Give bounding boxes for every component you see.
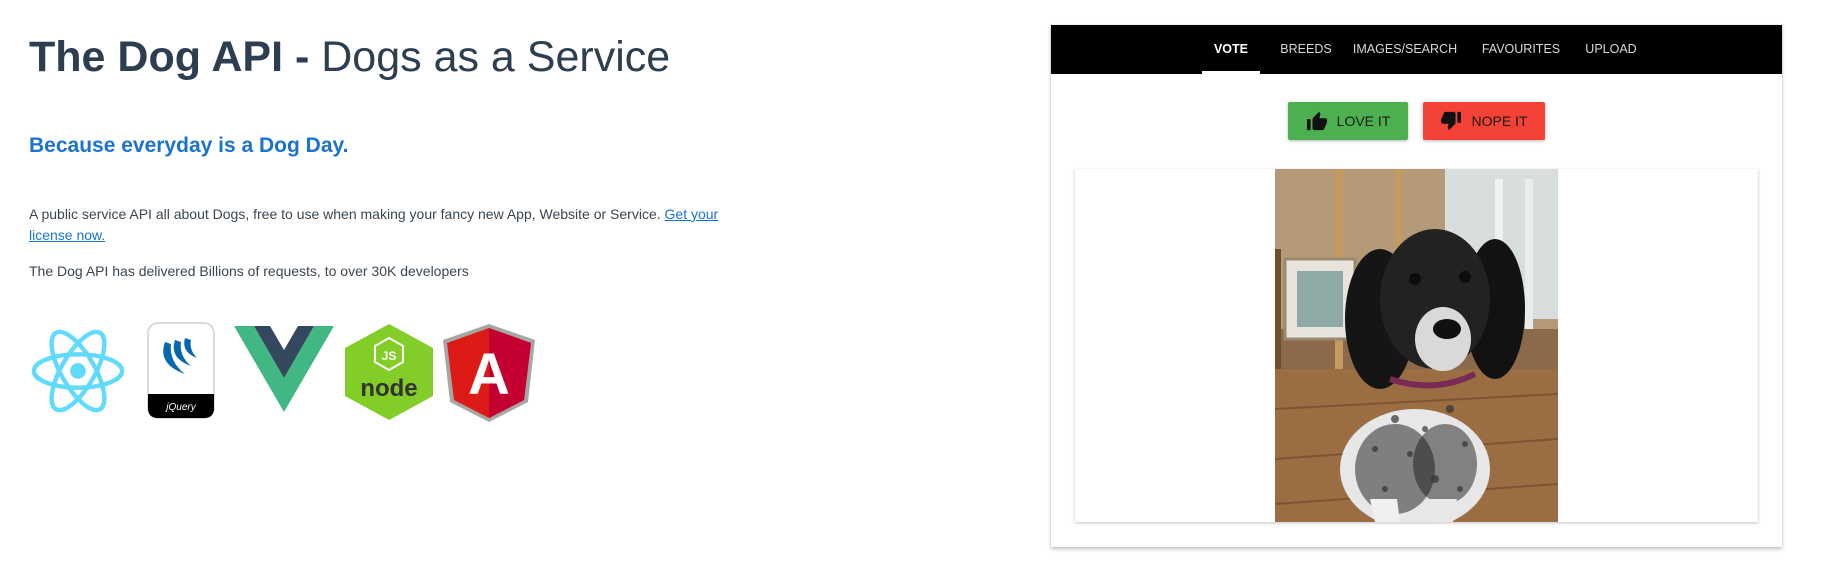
page-title-bold: The Dog API - — [29, 33, 310, 81]
description-text: A public service API all about Dogs, fre… — [29, 206, 661, 222]
thumbs-up-icon — [1306, 111, 1327, 131]
active-tab-indicator — [1202, 71, 1260, 74]
love-it-label: LOVE IT — [1336, 113, 1391, 129]
tab-vote[interactable]: VOTE — [1202, 25, 1260, 74]
vue-logo — [234, 326, 334, 412]
jquery-text: jQuery — [164, 402, 196, 413]
jquery-logo: jQuery — [147, 322, 215, 419]
page-title-light: Dogs as a Service — [321, 33, 671, 81]
nope-it-button[interactable]: NOPE IT — [1423, 102, 1545, 140]
nope-it-label: NOPE IT — [1471, 113, 1528, 129]
tagline: Because everyday is a Dog Day. — [29, 134, 349, 157]
tab-breeds[interactable]: BREEDS — [1270, 25, 1342, 74]
dog-image — [1275, 169, 1558, 522]
vote-panel: VOTE BREEDS IMAGES/SEARCH FAVOURITES UPL… — [1051, 25, 1782, 547]
nodejs-text: node — [360, 375, 417, 402]
nodejs-logo: JS node — [345, 324, 433, 420]
angular-letter: A — [468, 342, 510, 407]
stats-text: The Dog API has delivered Billions of re… — [29, 263, 469, 279]
nodejs-badge-text: JS — [382, 349, 397, 363]
react-logo — [31, 329, 125, 413]
tab-upload[interactable]: UPLOAD — [1575, 25, 1647, 74]
tab-images-search[interactable]: IMAGES/SEARCH — [1344, 25, 1466, 74]
dog-image-card — [1075, 169, 1758, 522]
nav-bar: VOTE BREEDS IMAGES/SEARCH FAVOURITES UPL… — [1051, 25, 1782, 74]
description: A public service API all about Dogs, fre… — [29, 204, 719, 246]
thumbs-down-icon — [1441, 111, 1462, 131]
love-it-button[interactable]: LOVE IT — [1288, 102, 1408, 140]
angular-logo: A — [443, 324, 535, 422]
page-title: The Dog API - Dogs as a Service — [29, 33, 670, 82]
tab-favourites[interactable]: FAVOURITES — [1469, 25, 1573, 74]
